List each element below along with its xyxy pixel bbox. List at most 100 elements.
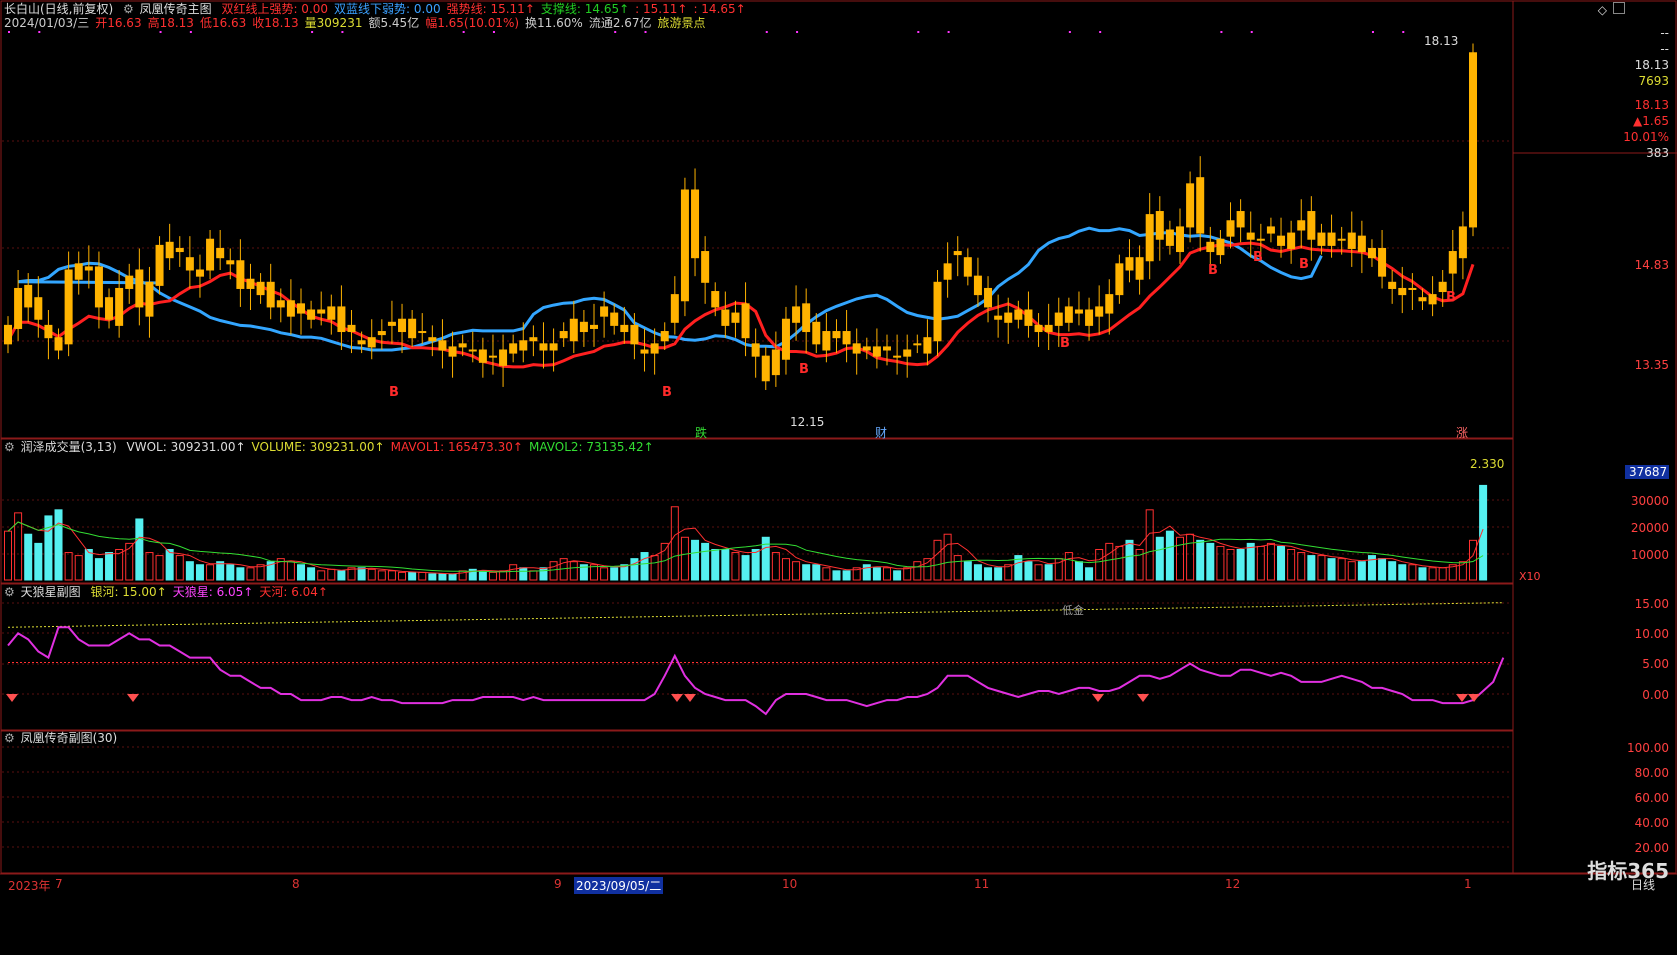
buy-marker: B: [662, 385, 672, 400]
volume-bar: [1438, 567, 1447, 581]
candle-body: [408, 318, 417, 339]
x-axis-label: 11: [974, 877, 990, 891]
candle-body: [1095, 306, 1104, 317]
peak-label: 18.13: [1424, 34, 1459, 48]
volume-bar: [1327, 558, 1336, 581]
candle-body: [458, 343, 467, 348]
top-dash-1: --: [1660, 26, 1669, 40]
candle-body: [539, 343, 548, 351]
volume-bar: [44, 515, 53, 581]
volume-bar: [1347, 561, 1356, 581]
volume-bar: [185, 561, 194, 581]
gear-icon[interactable]: ⚙: [4, 440, 15, 454]
diamond-icon: [1456, 694, 1468, 702]
diamond-icon: [6, 694, 18, 702]
candle-body: [1337, 238, 1346, 241]
x-axis-label: 10: [782, 877, 798, 891]
candle-body: [751, 343, 760, 357]
candle-body: [125, 275, 134, 289]
diamond-icon: [1092, 694, 1104, 702]
candle-body: [1277, 235, 1286, 246]
volume-bar: [145, 552, 154, 581]
candle-body: [1418, 297, 1427, 302]
volume-bar: [529, 570, 538, 581]
volume-bar: [984, 567, 993, 581]
candle-body: [499, 349, 508, 366]
candle-body: [4, 324, 12, 345]
volume-bar: [751, 548, 760, 581]
volume-bar: [337, 570, 346, 581]
candle-body: [741, 303, 750, 339]
event-marker[interactable]: 涨: [1456, 424, 1468, 441]
volume-bar: [1297, 552, 1306, 581]
volume-bar: [973, 564, 982, 581]
candle-body: [1297, 220, 1306, 231]
phoenix-title[interactable]: 凤凰传奇副图(30): [21, 731, 118, 745]
volume-bar: [1378, 558, 1387, 581]
event-marker[interactable]: 财: [875, 424, 887, 441]
diamond-icon: [684, 694, 696, 702]
volume-value-1: VOLUME: 309231.00↑: [251, 440, 385, 454]
volume-bar: [286, 561, 295, 581]
volume-bar: [1085, 567, 1094, 581]
candle-body: [317, 309, 326, 314]
phx-tick-3: 60.00: [1634, 791, 1669, 805]
candle-body: [307, 309, 316, 320]
candle-body: [34, 297, 43, 320]
volume-bar: [135, 518, 144, 581]
candle-body: [923, 337, 932, 354]
candle-body: [1367, 247, 1376, 259]
candle-body: [1105, 294, 1114, 314]
volume-bar: [539, 567, 548, 581]
vol-tick-2: 20000: [1630, 521, 1669, 535]
volume-bar: [731, 552, 740, 581]
volume-bar: [903, 567, 912, 581]
x-axis-label: 2023/09/05/二: [574, 877, 664, 894]
wolf-title[interactable]: 天狼星副图: [21, 585, 81, 599]
candle-body: [246, 278, 255, 289]
volume-bar: [1196, 539, 1205, 581]
change-pct: 10.01%: [1623, 130, 1669, 144]
candle-body: [54, 337, 63, 351]
volume-bar: [438, 573, 447, 581]
candle-body: [1054, 312, 1063, 326]
candle-body: [600, 306, 609, 317]
volume-bar: [792, 561, 801, 581]
candle-body: [913, 343, 922, 346]
diamond-icon: [127, 694, 139, 702]
volume-bar: [569, 561, 578, 581]
wolf-tick-1: 15.00: [1634, 597, 1669, 611]
volume-badge: 37687: [1625, 465, 1669, 479]
candle-body: [357, 340, 366, 345]
signal-dot: [492, 31, 495, 33]
candle-body: [418, 331, 427, 334]
signal-dot: [1068, 31, 1071, 33]
wolf-tick-4: 0.00: [1642, 688, 1669, 702]
gear-icon[interactable]: ⚙: [4, 585, 15, 599]
volume-bar: [1266, 542, 1275, 581]
volume-bar: [84, 548, 93, 581]
x-axis-label: 8: [292, 877, 300, 891]
signal-dot: [765, 31, 768, 33]
buy-marker: B: [389, 385, 399, 400]
volume-bar: [549, 561, 558, 581]
period-label[interactable]: 日线: [1631, 876, 1655, 893]
x-axis-label: 9: [554, 877, 562, 891]
gear-icon[interactable]: ⚙: [4, 731, 15, 745]
signal-dot: [189, 31, 192, 33]
volume-bar: [377, 570, 386, 581]
signal-dot: [1371, 31, 1374, 33]
volume-bar: [600, 567, 609, 581]
volume-bar: [519, 567, 528, 581]
volume-bar: [1246, 542, 1255, 581]
volume-value-2: MAVOL1: 165473.30↑: [390, 440, 523, 454]
volume-bar: [34, 542, 43, 581]
volume-bar: [1398, 564, 1407, 581]
candle-body: [933, 281, 942, 342]
candle-body: [155, 244, 164, 286]
volume-bar: [165, 548, 174, 581]
candle-body: [711, 291, 720, 308]
wolf-annotation: 低金: [1062, 604, 1084, 617]
volume-title[interactable]: 润泽成交量(3,13): [21, 440, 117, 454]
event-marker[interactable]: 跌: [695, 424, 707, 441]
